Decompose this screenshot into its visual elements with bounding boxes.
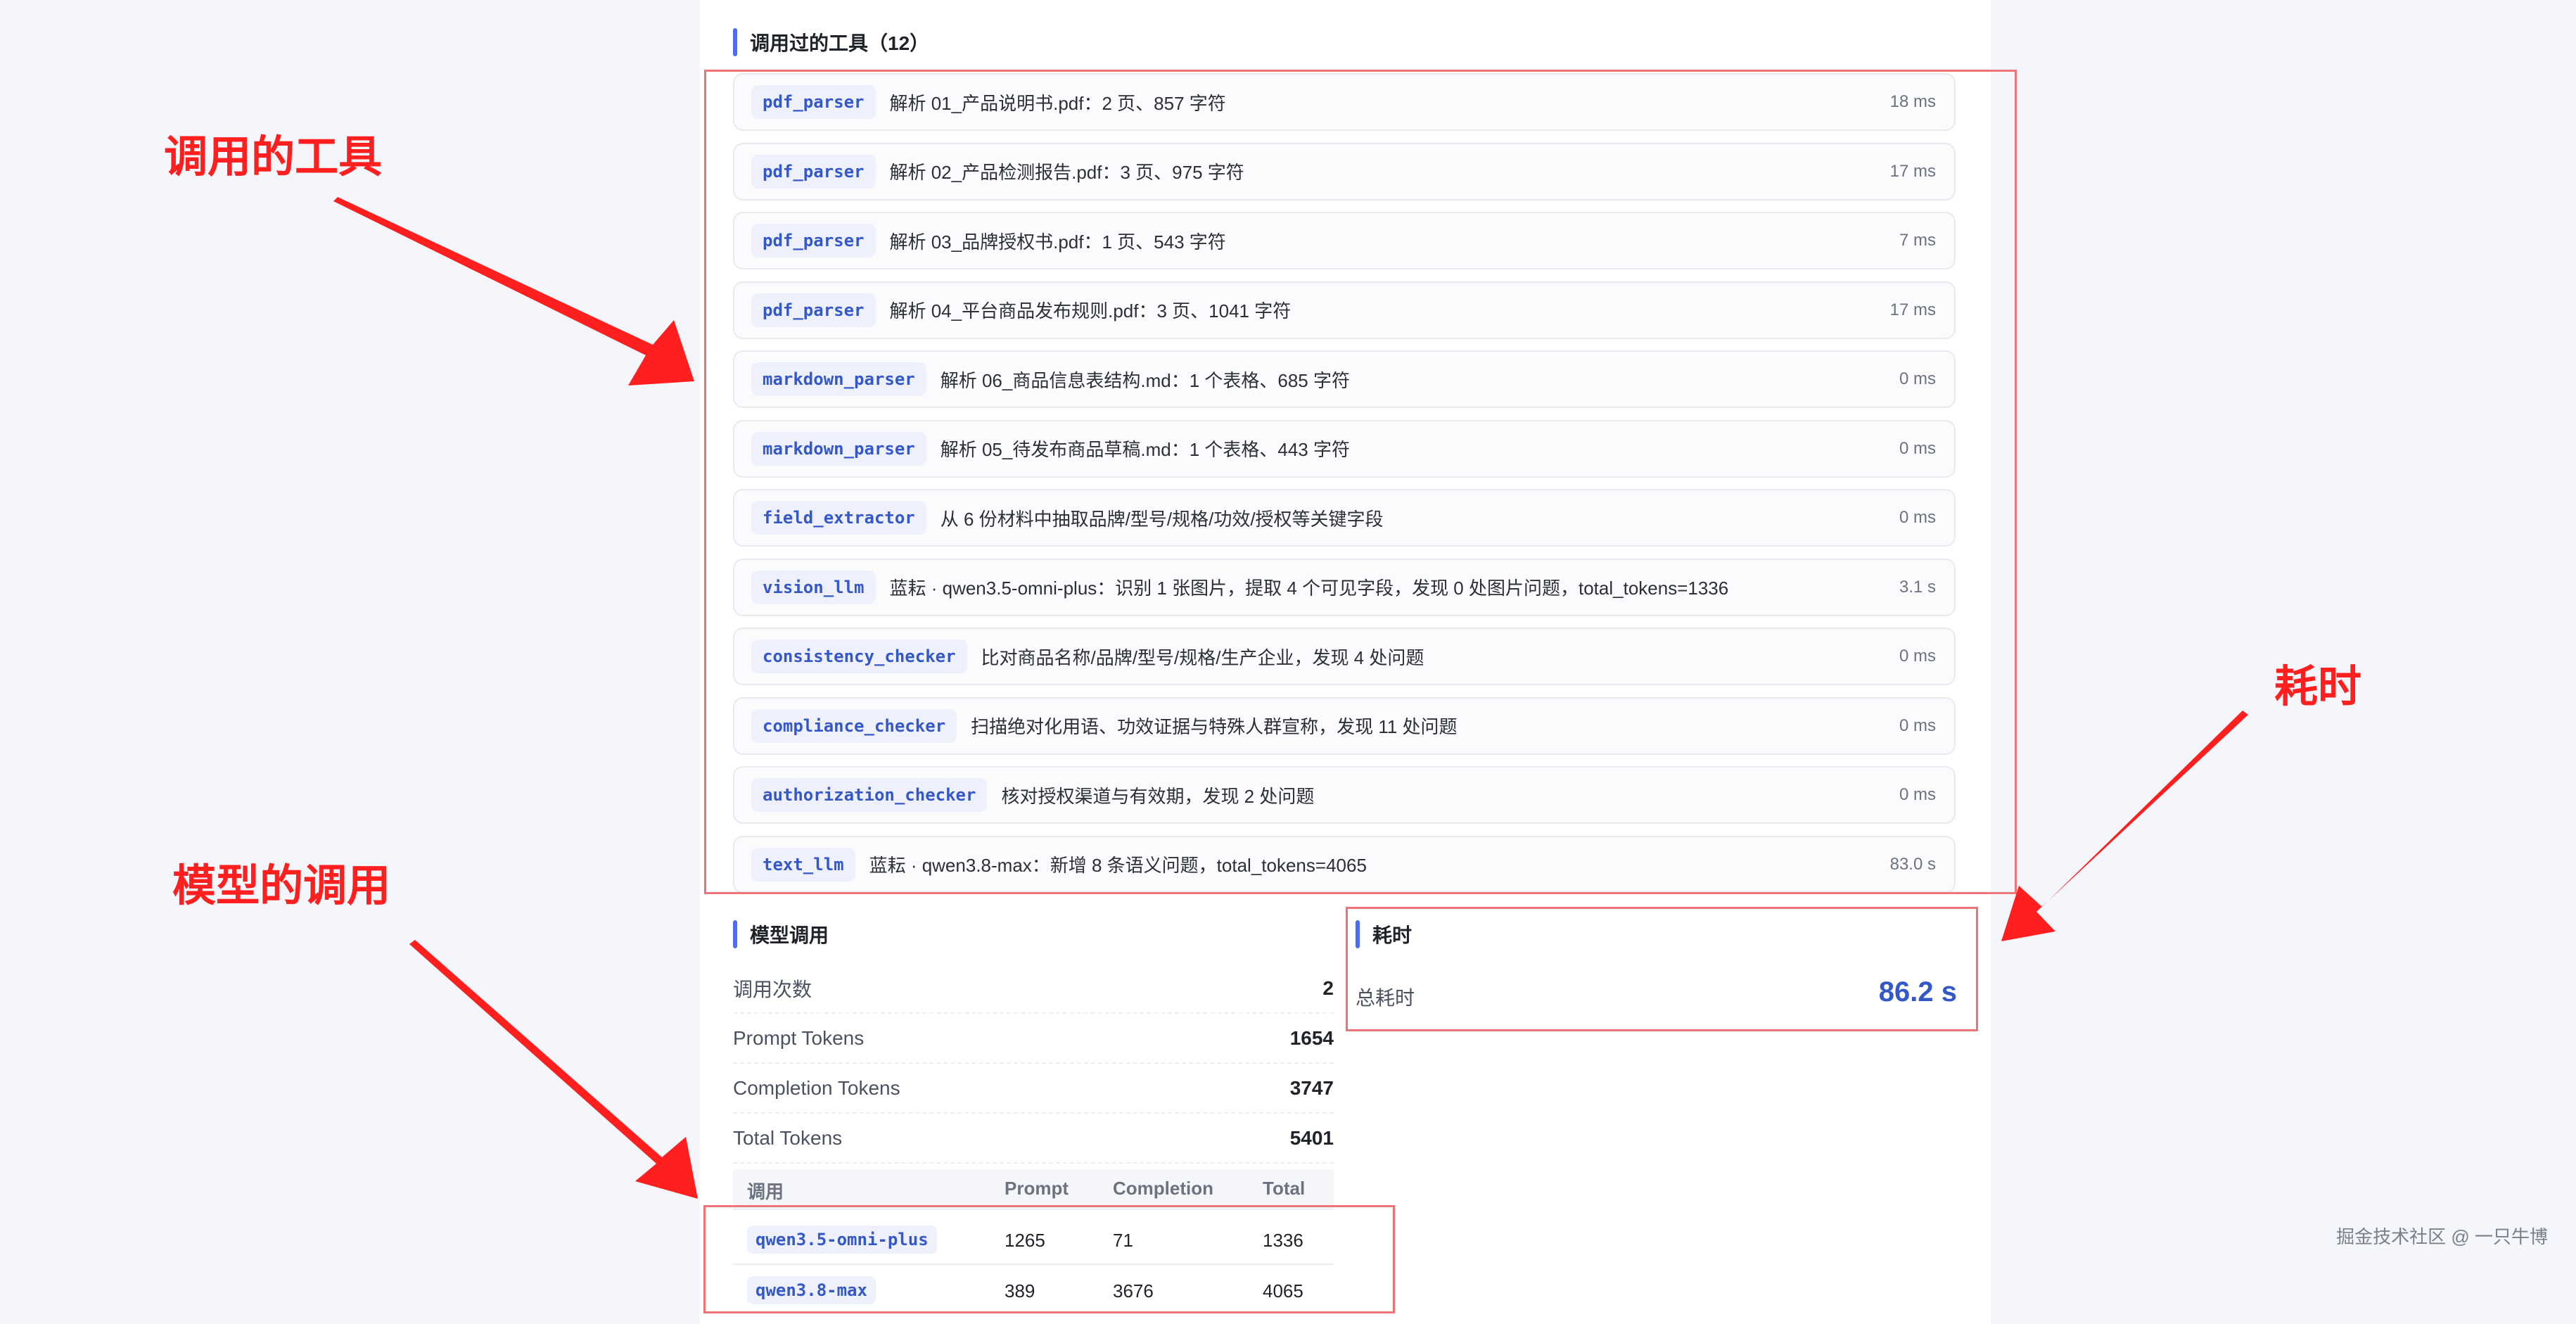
watermark: 掘金技术社区 @ 一只牛博 (2336, 1226, 2548, 1247)
arrow-to-time (2001, 711, 2248, 941)
arrow-to-tools (333, 197, 694, 386)
annotation-arrows (333, 197, 2248, 1199)
arrow-to-models (409, 940, 698, 1199)
